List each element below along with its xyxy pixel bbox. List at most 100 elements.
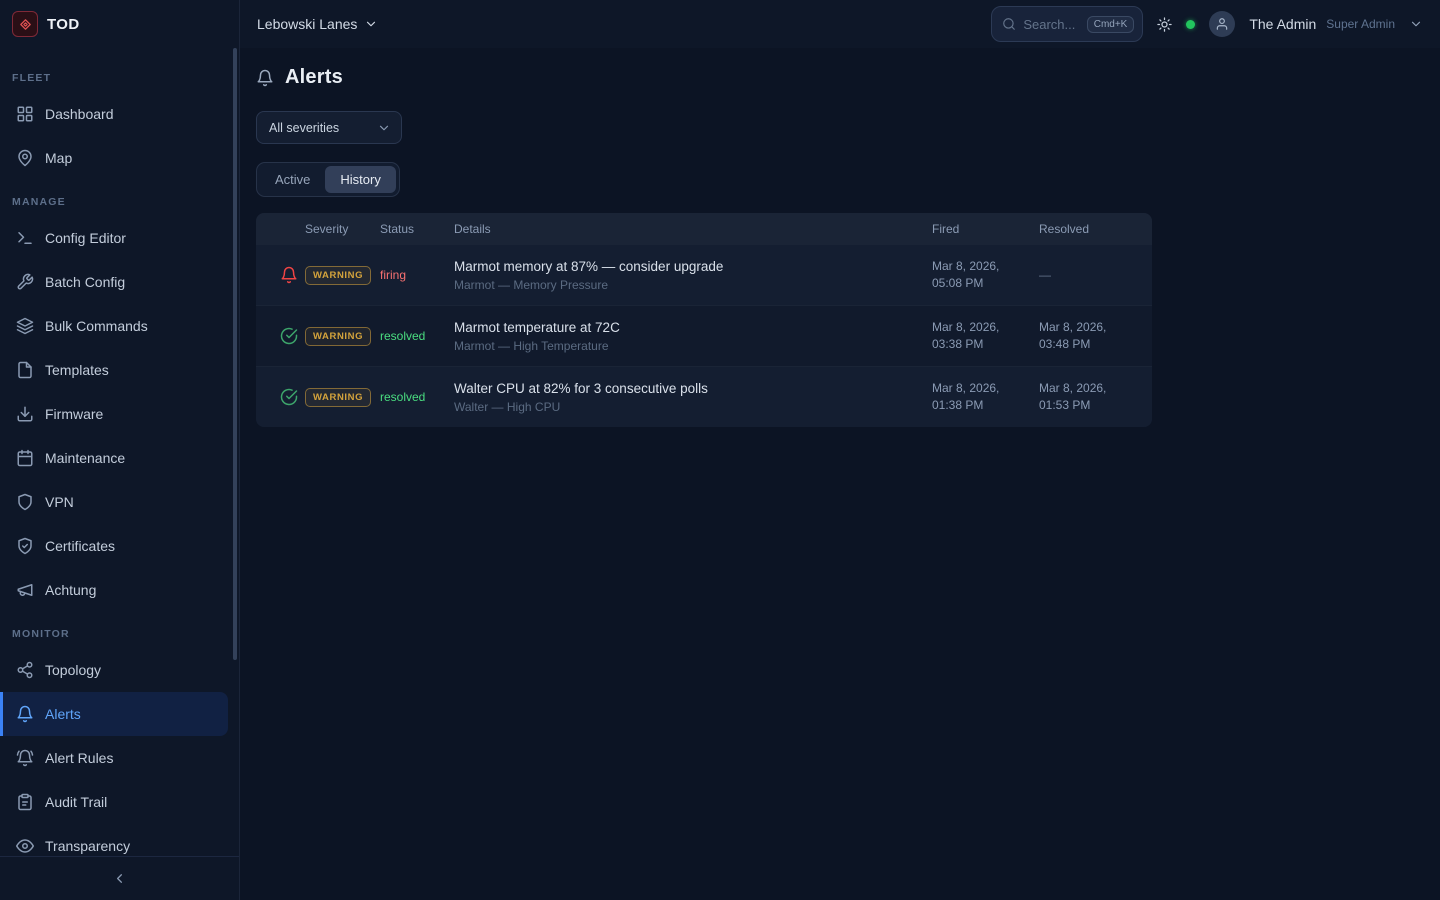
sidebar-item-label: Achtung — [45, 582, 96, 598]
sidebar-item-label: Bulk Commands — [45, 318, 148, 334]
check-circle-icon — [280, 388, 298, 406]
sidebar: TOD FLEET Dashboard Map MANAGE Config Ed… — [0, 0, 240, 900]
sidebar-item-templates[interactable]: Templates — [0, 348, 239, 392]
brand-name: TOD — [47, 16, 80, 33]
bell-icon — [16, 705, 34, 723]
alerts-table: Severity Status Details Fired Resolved W… — [256, 213, 1152, 427]
sidebar-scrollbar[interactable] — [233, 48, 237, 660]
sidebar-item-label: Map — [45, 150, 72, 166]
resolved-time: Mar 8, 2026, 01:53 PM — [1039, 380, 1152, 414]
chevron-down-icon — [364, 17, 378, 31]
user-name: The Admin — [1249, 16, 1316, 32]
topbar-right: Cmd+K The Admin Super Admin — [991, 6, 1423, 42]
alert-subtitle: Walter — High CPU — [454, 400, 932, 414]
table-row[interactable]: WARNING resolved Marmot temperature at 7… — [256, 305, 1152, 366]
search-box[interactable]: Cmd+K — [991, 6, 1143, 42]
user-icon — [1215, 17, 1229, 31]
alert-subtitle: Marmot — Memory Pressure — [454, 278, 932, 292]
file-icon — [16, 361, 34, 379]
resolved-time: — — [1039, 267, 1152, 284]
user-menu-button[interactable] — [1409, 17, 1423, 31]
sidebar-item-achtung[interactable]: Achtung — [0, 568, 239, 612]
sidebar-item-vpn[interactable]: VPN — [0, 480, 239, 524]
sidebar-item-label: Audit Trail — [45, 794, 107, 810]
alert-title: Marmot temperature at 72C — [454, 320, 932, 335]
sidebar-item-config-editor[interactable]: Config Editor — [0, 216, 239, 260]
severity-badge: WARNING — [305, 327, 371, 346]
avatar[interactable] — [1209, 11, 1235, 37]
search-input[interactable] — [1023, 17, 1079, 32]
alert-title: Marmot memory at 87% — consider upgrade — [454, 259, 932, 274]
sidebar-item-label: Batch Config — [45, 274, 125, 290]
search-icon — [1002, 17, 1016, 31]
sidebar-item-label: Templates — [45, 362, 109, 378]
severity-badge: WARNING — [305, 266, 371, 285]
connection-status-dot — [1186, 20, 1195, 29]
sidebar-item-bulk-commands[interactable]: Bulk Commands — [0, 304, 239, 348]
sidebar-item-label: Firmware — [45, 406, 103, 422]
page-title-row: Alerts — [256, 66, 1424, 89]
status-text: firing — [380, 268, 454, 282]
section-label-monitor: MONITOR — [0, 628, 239, 640]
sidebar-item-transparency[interactable]: Transparency — [0, 824, 239, 856]
sidebar-item-dashboard[interactable]: Dashboard — [0, 92, 239, 136]
clipboard-icon — [16, 793, 34, 811]
sidebar-item-maintenance[interactable]: Maintenance — [0, 436, 239, 480]
sidebar-item-audit-trail[interactable]: Audit Trail — [0, 780, 239, 824]
grid-icon — [16, 105, 34, 123]
app-root: TOD FLEET Dashboard Map MANAGE Config Ed… — [0, 0, 1440, 900]
sidebar-item-batch-config[interactable]: Batch Config — [0, 260, 239, 304]
sidebar-collapse-button[interactable] — [0, 856, 239, 900]
col-severity: Severity — [305, 222, 380, 236]
sidebar-item-label: Alert Rules — [45, 750, 113, 766]
col-resolved: Resolved — [1039, 222, 1152, 236]
layers-icon — [16, 317, 34, 335]
chevron-down-icon — [1409, 17, 1423, 31]
sidebar-item-label: Certificates — [45, 538, 115, 554]
sidebar-item-firmware[interactable]: Firmware — [0, 392, 239, 436]
sidebar-item-alerts[interactable]: Alerts — [0, 692, 228, 736]
sidebar-item-label: Maintenance — [45, 450, 125, 466]
table-row[interactable]: WARNING resolved Walter CPU at 82% for 3… — [256, 366, 1152, 427]
sidebar-item-label: Alerts — [45, 706, 81, 722]
resolved-time: Mar 8, 2026, 03:48 PM — [1039, 319, 1152, 353]
brand-logo[interactable]: TOD — [0, 0, 239, 48]
terminal-icon — [16, 229, 34, 247]
chevron-down-icon — [377, 121, 391, 135]
topbar: Lebowski Lanes Cmd+K The Admin Super Adm… — [240, 0, 1440, 48]
alerts-page: Alerts All severities Active History Sev… — [240, 48, 1440, 900]
brand-diamond-icon — [12, 11, 38, 37]
sidebar-item-label: Dashboard — [45, 106, 114, 122]
network-icon — [16, 661, 34, 679]
table-row[interactable]: WARNING firing Marmot memory at 87% — co… — [256, 244, 1152, 305]
map-pin-icon — [16, 149, 34, 167]
sidebar-item-map[interactable]: Map — [0, 136, 239, 180]
page-title: Alerts — [285, 66, 343, 89]
section-label-fleet: FLEET — [0, 72, 239, 84]
eye-icon — [16, 837, 34, 855]
sidebar-item-label: Config Editor — [45, 230, 126, 246]
col-status: Status — [380, 222, 454, 236]
alert-title: Walter CPU at 82% for 3 consecutive poll… — [454, 381, 932, 396]
fired-time: Mar 8, 2026, 01:38 PM — [932, 380, 1039, 414]
sidebar-item-alert-rules[interactable]: Alert Rules — [0, 736, 239, 780]
tab-history[interactable]: History — [325, 166, 395, 193]
sidebar-item-topology[interactable]: Topology — [0, 648, 239, 692]
calendar-icon — [16, 449, 34, 467]
chevron-left-icon — [112, 871, 127, 886]
severity-filter-select[interactable]: All severities — [256, 111, 402, 144]
theme-toggle-button[interactable] — [1157, 17, 1172, 32]
tab-active[interactable]: Active — [260, 166, 325, 193]
bell-ring-icon — [16, 749, 34, 767]
user-role-badge: Super Admin — [1326, 17, 1395, 31]
sidebar-item-label: Topology — [45, 662, 101, 678]
table-header-row: Severity Status Details Fired Resolved — [256, 213, 1152, 244]
alerts-tabs: Active History — [256, 162, 400, 197]
megaphone-icon — [16, 581, 34, 599]
section-label-manage: MANAGE — [0, 196, 239, 208]
shield-check-icon — [16, 537, 34, 555]
fired-time: Mar 8, 2026, 05:08 PM — [932, 258, 1039, 292]
shield-icon — [16, 493, 34, 511]
sidebar-item-certificates[interactable]: Certificates — [0, 524, 239, 568]
org-selector[interactable]: Lebowski Lanes — [257, 16, 378, 32]
